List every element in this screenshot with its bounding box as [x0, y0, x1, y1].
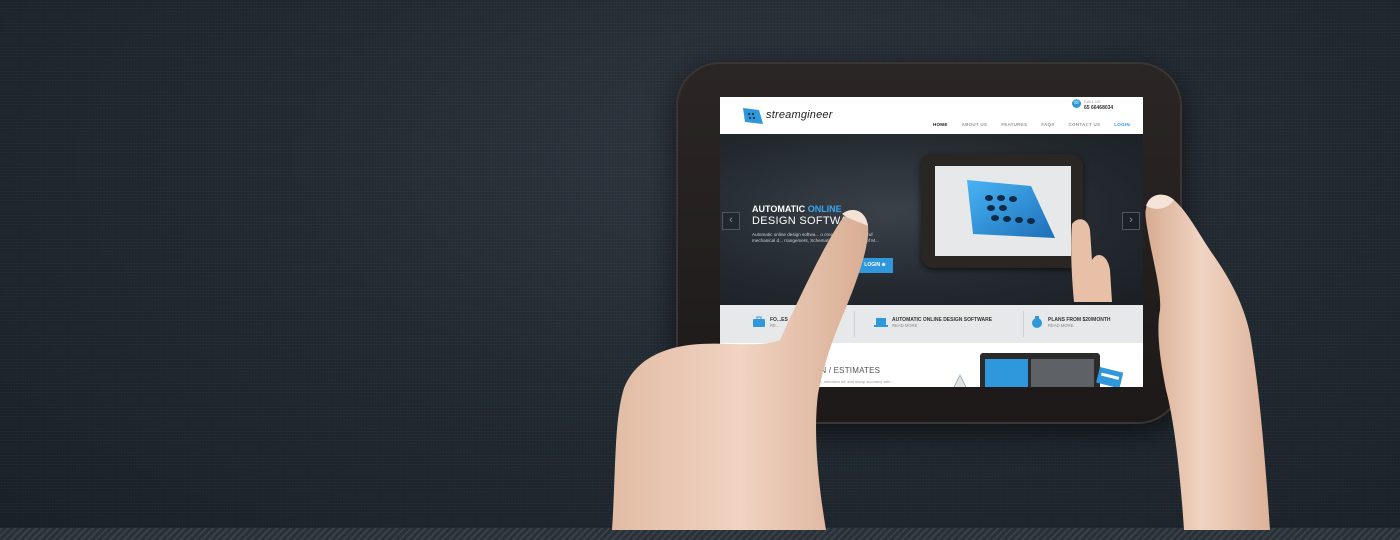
laptop-icon: [874, 318, 888, 327]
section-text: ...ntation, alteration kit, and sharp ac…: [806, 379, 894, 384]
nav-home[interactable]: HOME: [926, 121, 955, 135]
money-bag-icon: [1032, 316, 1042, 328]
hero-login-label: LOGIN: [864, 262, 881, 268]
section-title: SIGN / ESTIMATES: [806, 366, 881, 375]
feature-read-more[interactable]: READ MORE: [892, 323, 917, 328]
feature-divider: [854, 311, 855, 337]
hero-logo-graphic: [967, 180, 1055, 238]
call-label: CALL US: [1084, 99, 1101, 104]
feature-read-more[interactable]: READ MORE: [1048, 323, 1073, 328]
slider-next-button[interactable]: ›: [1122, 212, 1140, 230]
nav-faqs[interactable]: FAQS: [1034, 121, 1061, 131]
nav-features[interactable]: FEATURES: [994, 121, 1034, 131]
nav-about-us[interactable]: ABOUT US: [955, 121, 995, 131]
slider-prev-button[interactable]: ‹: [722, 212, 740, 230]
briefcase-icon: [753, 316, 765, 327]
hero-description: Automatic online design softwa... o crea…: [752, 232, 879, 243]
call-number: 65 66468034: [1084, 105, 1114, 111]
features-bar: FO...ES RE... AUTOMATIC ONLINE DESIGN SO…: [720, 305, 1143, 344]
hero-title-accent: ONLINE: [807, 204, 842, 214]
content-section: SIGN / ESTIMATES ...ntation, alteration …: [720, 343, 1143, 387]
hero-login-button[interactable]: LOGIN ⊕: [857, 258, 893, 273]
feature-divider: [1023, 311, 1024, 337]
main-nav: HOME ABOUT US FEATURES FAQS CONTACT US L…: [926, 121, 1137, 135]
hero-hand-image: [1071, 219, 1112, 302]
devices-illustration: [953, 353, 1124, 387]
feature-item[interactable]: PLANS FROM $20/MONTH READ MORE: [1030, 313, 1140, 335]
hero-title: AUTOMATIC ONLINE: [752, 204, 842, 214]
site-header: streamgineer ☏ CALL US 65 66468034 HOME …: [720, 97, 1143, 135]
nav-contact-us[interactable]: CONTACT US: [1062, 121, 1108, 131]
nav-login[interactable]: LOGIN: [1107, 121, 1137, 131]
phone-icon: ☏: [1072, 99, 1081, 108]
call-us-block: ☏ CALL US 65 66468034: [1072, 99, 1142, 113]
hero-slider: ‹ › AUTOMATIC ONLINE DESIGN SOFTWA Autom…: [720, 134, 1143, 305]
feature-item[interactable]: AUTOMATIC ONLINE DESIGN SOFTWARE READ MO…: [874, 313, 1014, 335]
logo-text[interactable]: streamgineer: [766, 109, 833, 121]
hero-title-part1: AUTOMATIC: [752, 204, 806, 214]
bottom-stripe: [0, 528, 1400, 540]
tablet-screen: streamgineer ☏ CALL US 65 66468034 HOME …: [720, 97, 1143, 387]
hero-title-line2: DESIGN SOFTWA: [752, 215, 848, 227]
feature-read-more[interactable]: RE...: [770, 323, 779, 328]
streamgineer-logo-icon[interactable]: [742, 107, 764, 125]
